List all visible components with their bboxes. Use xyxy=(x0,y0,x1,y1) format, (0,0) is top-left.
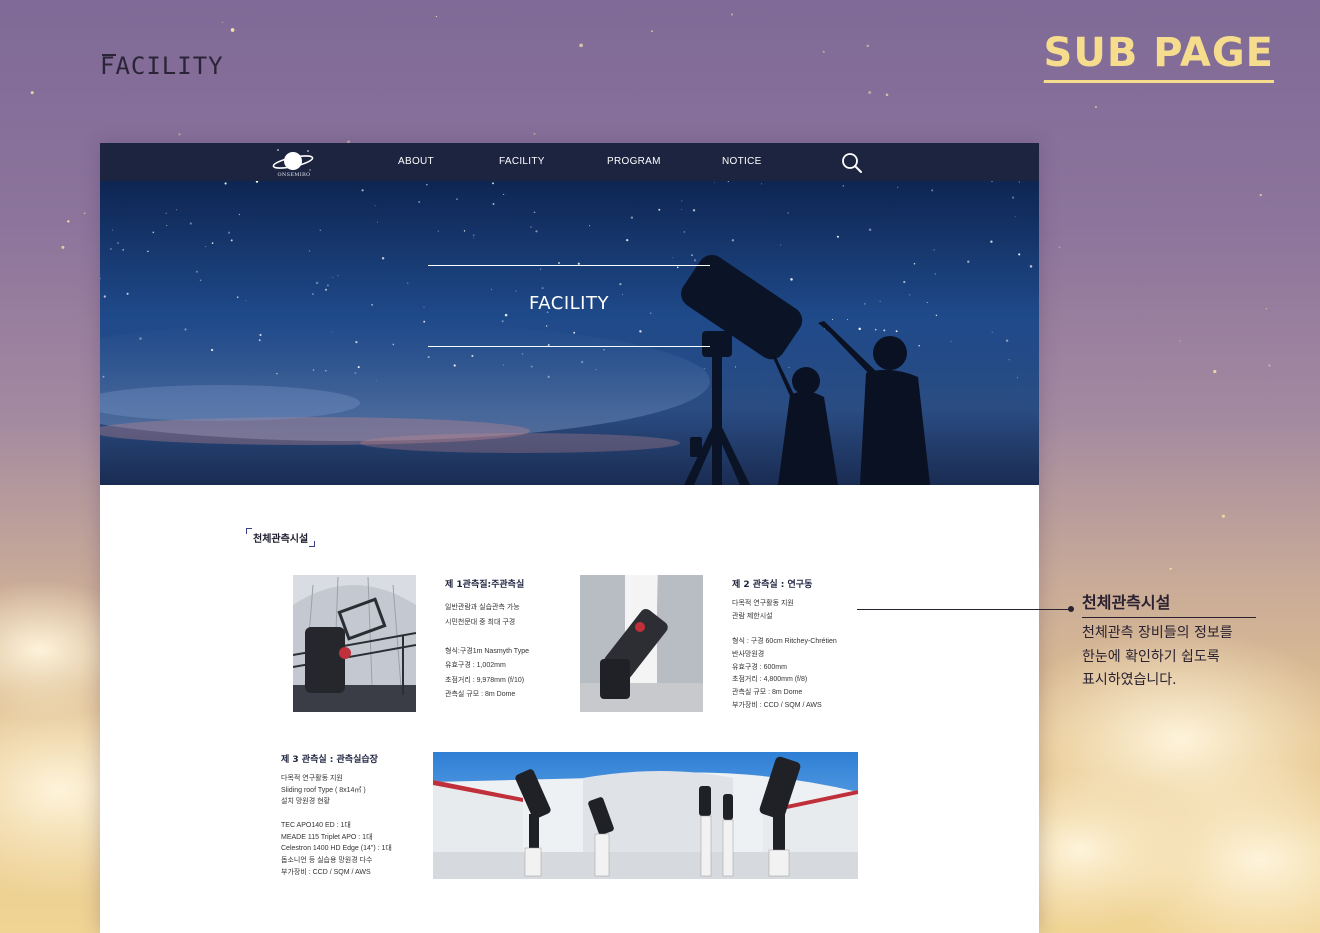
facility-3-line: MEADE 115 Triplet APO : 1대 xyxy=(281,833,373,841)
facility-2-photo xyxy=(580,575,703,712)
website-mockup: ONSEMIRO ABOUT FACILITY PROGRAM NOTICE F… xyxy=(100,143,1039,933)
annotation-description: 천체관측 장비들의 정보를 한눈에 확인하기 쉽도록 표시하였습니다. xyxy=(1082,622,1233,693)
facility-3-line: Sliding roof Type ( 8x14㎡ ) xyxy=(281,786,366,794)
annotation-leader-line xyxy=(857,609,1071,610)
facility-1-title: 제 1관측질:주관측실 xyxy=(445,580,525,590)
nav-item-notice[interactable]: NOTICE xyxy=(722,156,762,167)
hero-image xyxy=(100,181,1039,485)
annotation-line: 천체관측 장비들의 정보를 xyxy=(1082,625,1233,641)
facility-3-line: 돕소니언 등 실습용 망원경 다수 xyxy=(281,856,373,864)
hero-title: FACILITY xyxy=(529,293,609,314)
facility-1-line: 형식:구경1m Nasmyth Type xyxy=(445,647,529,655)
facility-1-line: 시민천문대 중 최대 구경 xyxy=(445,618,516,626)
facility-1-line: 관측실 규모 : 8m Dome xyxy=(445,691,516,698)
bracket-bottom-right-icon xyxy=(309,541,315,547)
facility-3-line: 부가장비 : CCD / SQM / AWS xyxy=(281,868,371,876)
annotation-line: 표시하였습니다. xyxy=(1082,672,1177,688)
nav-item-program[interactable]: PROGRAM xyxy=(607,156,661,167)
annotation-dot-icon xyxy=(1068,606,1074,612)
facility-1-line: 일반관람과 실습관측 가능 xyxy=(445,604,520,611)
facility-2-line: 반사망원경 xyxy=(732,650,765,658)
facility-2-line: 다목적 연구활동 지원 xyxy=(732,600,794,607)
hero-divider-top xyxy=(428,265,710,266)
facility-2-line: 관측실 규모 : 8m Dome xyxy=(732,688,803,696)
facility-2-line: 유효구경 : 600mm xyxy=(732,663,787,671)
facility-1-line: 유효구경 : 1,002mm xyxy=(445,662,506,669)
facility-1-line xyxy=(445,630,529,645)
hero-banner: FACILITY xyxy=(100,181,1039,485)
sub-page-title: SUB PAGE xyxy=(1043,30,1274,83)
facility-2-line: 초점거리 : 4,800mm (f/8) xyxy=(732,676,808,684)
facility-2-title: 제 2 관측실 : 연구동 xyxy=(732,580,813,590)
facility-1-photo xyxy=(293,575,416,712)
facility-label: FACILITY xyxy=(100,52,224,80)
logo-text: ONSEMIRO xyxy=(277,172,311,178)
facility-3-line: Celestron 1400 HD Edge (14") : 1대 xyxy=(281,845,392,853)
facility-3-line: 설치 망원경 현황 xyxy=(281,798,330,806)
hero-divider-bottom xyxy=(428,346,710,347)
facility-2-line: 형식 : 구경 60cm Ritchey-Chrétien xyxy=(732,638,837,646)
facility-3-line: 다목적 연구활동 지원 xyxy=(281,775,343,782)
facility-2-line: 관람 제한시설 xyxy=(732,612,773,620)
facility-3-line: TEC APO140 ED : 1대 xyxy=(281,821,351,829)
facility-3-details: 다목적 연구활동 지원 Sliding roof Type ( 8x14㎡ ) … xyxy=(281,773,392,878)
section-title: 천체관측시설 xyxy=(253,534,309,545)
annotation-line: 한눈에 확인하기 쉽도록 xyxy=(1082,648,1220,665)
top-navigation: ONSEMIRO ABOUT FACILITY PROGRAM NOTICE xyxy=(100,143,1039,181)
search-icon[interactable] xyxy=(840,151,864,175)
facility-2-details: 다목적 연구활동 지원 관람 제한시설 형식 : 구경 60cm Ritchey… xyxy=(732,598,837,712)
facility-1-line: 초점거리 : 9,978mm (f/10) xyxy=(445,676,525,684)
nav-item-about[interactable]: ABOUT xyxy=(398,156,434,167)
nav-item-facility[interactable]: FACILITY xyxy=(499,156,545,167)
facility-3-photo xyxy=(433,752,858,879)
facility-3-line xyxy=(281,808,392,820)
annotation-title: 천체관측시설 xyxy=(1082,589,1256,618)
facility-2-line xyxy=(732,623,837,636)
facility-3-title: 제 3 관측실 : 관측실습장 xyxy=(281,755,378,765)
facility-2-line: 부가장비 : CCD / SQM / AWS xyxy=(732,701,822,709)
facility-1-details: 일반관람과 실습관측 가능 시민천문대 중 최대 구경 형식:구경1m Nasm… xyxy=(445,601,529,703)
